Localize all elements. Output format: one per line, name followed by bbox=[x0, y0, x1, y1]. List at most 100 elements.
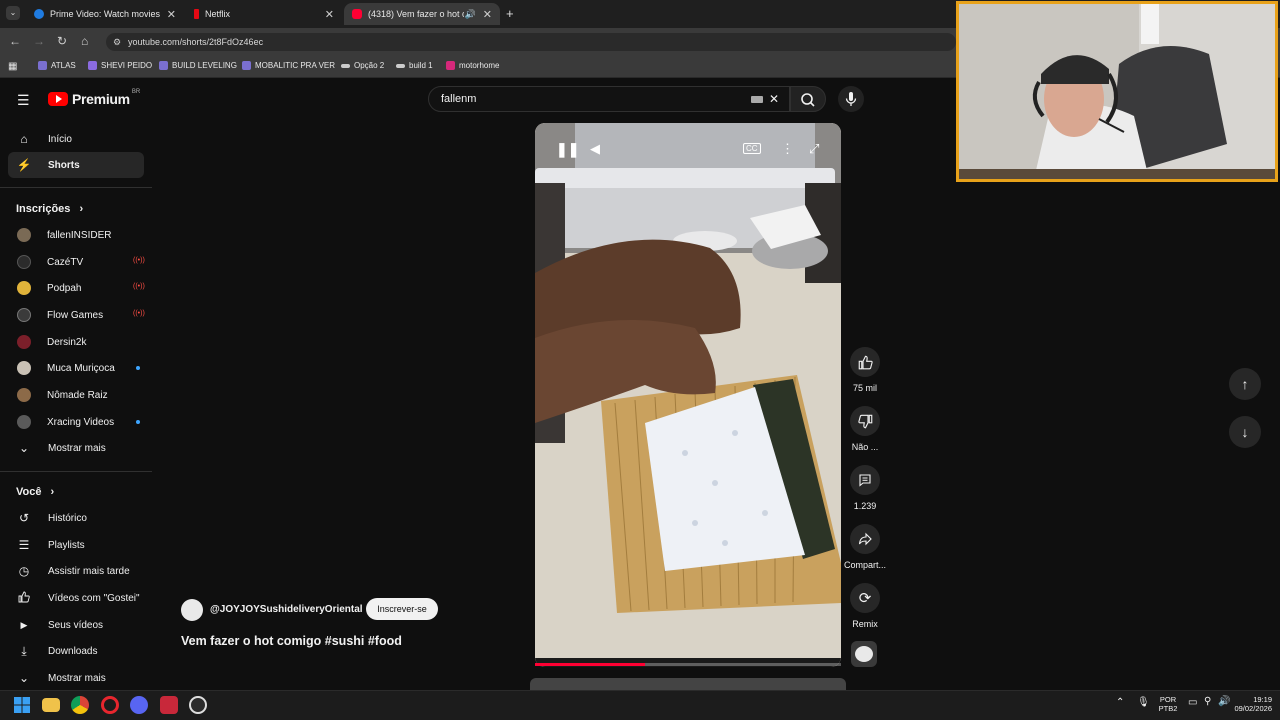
chevron-down-icon: ⌄ bbox=[18, 671, 30, 685]
avatar bbox=[17, 335, 31, 349]
next-short-button[interactable]: ↓ bbox=[1229, 416, 1261, 448]
clear-search-icon[interactable]: ✕ bbox=[769, 87, 779, 111]
bookmark-mobalitic[interactable]: MOBALITIC PRA VER bbox=[242, 61, 335, 70]
sidebar-sub-cazetv[interactable]: CazéTV ((•)) bbox=[8, 249, 145, 275]
bookmark-opcao-2[interactable]: Opção 2 bbox=[341, 61, 384, 70]
sidebar-sub-xracing[interactable]: Xracing Videos bbox=[8, 409, 144, 435]
channel-name[interactable]: @JOYJOYSushideliveryOriental bbox=[210, 604, 363, 615]
sidebar-sub-podpah[interactable]: Podpah ((•)) bbox=[8, 275, 145, 301]
avatar bbox=[17, 388, 31, 402]
thumbs-down-icon bbox=[850, 406, 880, 436]
youtube-premium-logo[interactable]: Premium BR bbox=[48, 89, 140, 107]
opera-gx-icon[interactable] bbox=[101, 696, 119, 714]
tab-netflix[interactable]: Netflix ✕ bbox=[186, 3, 342, 25]
reload-icon[interactable]: ↻ bbox=[57, 34, 67, 48]
shorts-icon: ⚡ bbox=[16, 158, 32, 172]
sidebar-subs-show-more[interactable]: ⌄ Mostrar mais bbox=[8, 435, 144, 461]
fullscreen-icon[interactable]: ⤢ bbox=[809, 141, 819, 157]
tab-search-icon[interactable]: ⌄ bbox=[6, 6, 20, 20]
short-video-player[interactable]: ❚❚ ◀ CC ⋮ ⤢ bbox=[535, 123, 841, 667]
dislike-button[interactable]: Não ... bbox=[844, 406, 886, 452]
sidebar-item-playlists[interactable]: ☰ Playlists bbox=[8, 532, 144, 558]
sidebar-sub-fallen[interactable]: fallenINSIDER bbox=[8, 222, 144, 248]
sidebar-item-your-videos[interactable]: ▶ Seus vídeos bbox=[8, 612, 144, 638]
home-icon[interactable]: ⌂ bbox=[81, 34, 88, 48]
voice-search-button[interactable] bbox=[838, 86, 864, 112]
new-tab-button[interactable]: + bbox=[506, 6, 514, 21]
windows-start-icon[interactable] bbox=[13, 696, 31, 714]
comments-button[interactable]: 1.239 bbox=[844, 465, 886, 511]
tab-close-icon[interactable]: ✕ bbox=[325, 8, 334, 21]
netflix-favicon-icon bbox=[194, 9, 199, 19]
site-info-icon[interactable]: ⚙ bbox=[113, 33, 121, 51]
share-button[interactable]: Compart... bbox=[844, 524, 886, 570]
playlists-icon: ☰ bbox=[18, 538, 30, 552]
address-bar[interactable]: ⚙ youtube.com/shorts/2t8FdOz46ec bbox=[106, 33, 956, 51]
tray-network-icon[interactable]: ⚲ bbox=[1204, 697, 1211, 707]
sidebar-sub-muca[interactable]: Muca Muriçoca bbox=[8, 355, 144, 381]
bookmark-build-1[interactable]: build 1 bbox=[396, 61, 433, 70]
tab-prime-video[interactable]: Prime Video: Watch movies, TV ✕ bbox=[26, 3, 184, 25]
file-explorer-icon[interactable] bbox=[42, 698, 60, 712]
bookmark-icon bbox=[341, 63, 350, 68]
search-input[interactable]: fallenm ✕ bbox=[428, 86, 790, 112]
bookmark-shevi[interactable]: SHEVI PEIDO bbox=[88, 61, 152, 70]
sidebar-sub-nomade[interactable]: Nômade Raiz bbox=[8, 382, 144, 408]
video-progress-bar[interactable] bbox=[535, 663, 841, 666]
subscriptions-heading[interactable]: Inscrições › bbox=[16, 203, 83, 215]
previous-short-button[interactable]: ↑ bbox=[1229, 368, 1261, 400]
channel-avatar[interactable] bbox=[181, 599, 203, 621]
clock[interactable]: 19:19 09/02/2026 bbox=[1226, 695, 1272, 713]
tray-microphone-icon[interactable]: 🎙 bbox=[1137, 698, 1150, 708]
tab-audio-icon[interactable]: 🔊 bbox=[465, 9, 476, 20]
short-title[interactable]: Vem fazer o hot comigo #sushi #food bbox=[181, 634, 402, 648]
bookmark-atlas[interactable]: ATLAS bbox=[38, 61, 76, 70]
sidebar-item-watch-later[interactable]: ◷ Assistir mais tarde bbox=[8, 558, 144, 584]
remix-icon: ⟳ bbox=[850, 583, 880, 613]
obs-icon[interactable] bbox=[189, 696, 207, 714]
remix-button[interactable]: ⟳ Remix bbox=[844, 583, 886, 629]
sidebar-item-shorts[interactable]: ⚡ Shorts bbox=[8, 152, 144, 178]
tray-chevron-up-icon[interactable]: ⌃ bbox=[1116, 698, 1124, 708]
menu-hamburger-icon[interactable]: ☰ bbox=[17, 92, 30, 109]
sidebar-item-historico[interactable]: ↺ Histórico bbox=[8, 505, 144, 531]
back-arrow-icon[interactable]: ← bbox=[9, 34, 21, 48]
chevron-right-icon: › bbox=[50, 486, 55, 498]
tab-close-icon[interactable]: ✕ bbox=[167, 8, 176, 21]
sidebar-item-inicio[interactable]: ⌂ Início bbox=[8, 126, 144, 152]
chrome-icon[interactable] bbox=[71, 696, 89, 714]
bookmark-build-leveling[interactable]: BUILD LEVELING bbox=[159, 61, 237, 70]
pause-icon[interactable]: ❚❚ bbox=[556, 141, 579, 158]
tab-close-icon[interactable]: ✕ bbox=[483, 8, 492, 21]
bookmark-icon bbox=[88, 61, 97, 70]
apps-grid-icon[interactable]: ▦ bbox=[8, 61, 17, 72]
new-content-dot bbox=[136, 366, 140, 370]
avatar bbox=[17, 281, 31, 295]
sidebar-item-liked-videos[interactable]: Vídeos com "Gostei" bbox=[8, 585, 144, 611]
you-heading[interactable]: Você › bbox=[16, 486, 54, 498]
next-short-preview[interactable] bbox=[530, 678, 846, 690]
discord-icon[interactable] bbox=[130, 696, 148, 714]
sound-thumbnail[interactable] bbox=[851, 641, 877, 667]
captions-icon[interactable]: CC bbox=[743, 143, 761, 154]
forward-arrow-icon[interactable]: → bbox=[33, 34, 45, 48]
sidebar-item-downloads[interactable]: ⤓ Downloads bbox=[8, 638, 144, 664]
bookmark-motorhome[interactable]: motorhome bbox=[446, 61, 499, 70]
sidebar-sub-dersin2k[interactable]: Dersin2k bbox=[8, 329, 144, 355]
more-options-icon[interactable]: ⋮ bbox=[781, 141, 794, 157]
url-text: youtube.com/shorts/2t8FdOz46ec bbox=[128, 37, 264, 47]
sidebar-you-show-more[interactable]: ⌄ Mostrar mais bbox=[8, 665, 144, 691]
tab-youtube-active[interactable]: (4318) Vem fazer o hot com 🔊 ✕ bbox=[344, 3, 500, 25]
sidebar-sub-flow-games[interactable]: Flow Games ((•)) bbox=[8, 302, 145, 328]
volume-icon[interactable]: ◀ bbox=[590, 141, 600, 157]
subscribe-button[interactable]: Inscrever-se bbox=[366, 598, 438, 620]
sidebar-divider bbox=[0, 471, 152, 472]
like-button[interactable]: 75 mil bbox=[844, 347, 886, 393]
avatar bbox=[17, 228, 31, 242]
language-indicator[interactable]: POR PTB2 bbox=[1156, 695, 1180, 713]
search-button[interactable] bbox=[790, 86, 826, 112]
game-app-icon[interactable] bbox=[160, 696, 178, 714]
youtube-favicon-icon bbox=[352, 9, 362, 19]
tray-display-icon[interactable]: ▭ bbox=[1188, 698, 1197, 708]
keyboard-icon[interactable] bbox=[751, 96, 763, 103]
